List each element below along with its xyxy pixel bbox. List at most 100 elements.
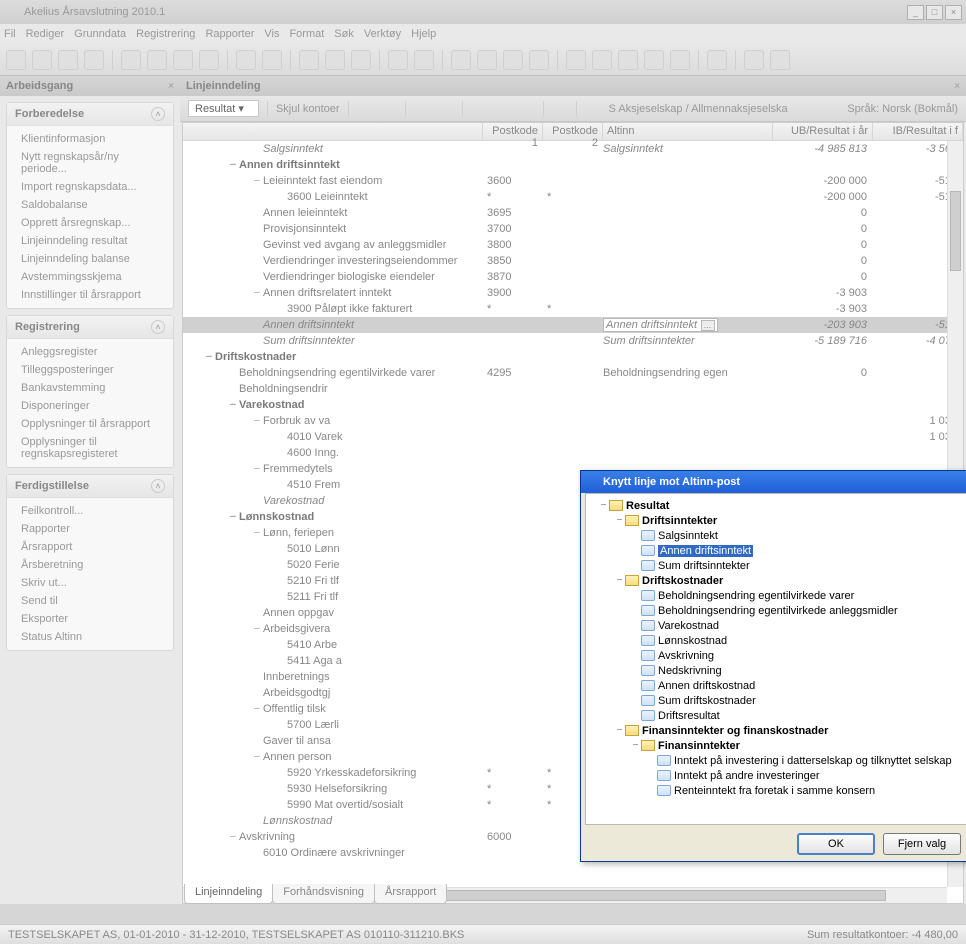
toolbar-grid-icon[interactable] bbox=[744, 50, 764, 70]
sidebar-item[interactable]: Feilkontroll... bbox=[7, 502, 173, 520]
toolbar-grid2-icon[interactable] bbox=[770, 50, 790, 70]
tree-item[interactable]: Beholdningsendring egentilvirkede varer bbox=[588, 588, 966, 603]
menu-item[interactable]: Verktøy bbox=[364, 28, 401, 40]
tree-item[interactable]: Inntekt på investering i datterselskap o… bbox=[588, 753, 966, 768]
sidebar-item[interactable]: Opprett årsregnskap... bbox=[7, 214, 173, 232]
sidebar-group-header[interactable]: Ferdigstillelse˄ bbox=[7, 475, 173, 498]
sidebar-item[interactable]: Innstillinger til årsrapport bbox=[7, 286, 173, 304]
toolbar-note-icon[interactable] bbox=[451, 50, 471, 70]
tree-item[interactable]: Driftsresultat bbox=[588, 708, 966, 723]
sidebar-group-header[interactable]: Registrering˄ bbox=[7, 316, 173, 339]
tree-folder[interactable]: −Finansinntekter bbox=[588, 738, 966, 753]
page-icon bbox=[657, 770, 671, 781]
menu-item[interactable]: Rapporter bbox=[205, 28, 254, 40]
tree-item[interactable]: Lønnskostnad bbox=[588, 633, 966, 648]
toolbar-stamp-icon[interactable] bbox=[388, 50, 408, 70]
tree-item[interactable]: Nedskrivning bbox=[588, 663, 966, 678]
sidebar-item[interactable]: Anleggsregister bbox=[7, 343, 173, 361]
tree-folder[interactable]: −Driftskostnader bbox=[588, 573, 966, 588]
tree-item[interactable]: Avskrivning bbox=[588, 648, 966, 663]
toolbar-list-icon[interactable] bbox=[351, 50, 371, 70]
toolbar-tools-icon[interactable] bbox=[414, 50, 434, 70]
sidebar-item[interactable]: Linjeinndeling balanse bbox=[7, 250, 173, 268]
tree-item[interactable]: Sum driftskostnader bbox=[588, 693, 966, 708]
menu-item[interactable]: Hjelp bbox=[411, 28, 436, 40]
tree-item[interactable]: Inntekt på andre investeringer bbox=[588, 768, 966, 783]
window-minimize[interactable]: _ bbox=[907, 5, 924, 20]
toolbar-tree-icon[interactable] bbox=[325, 50, 345, 70]
sidebar-item[interactable]: Disponeringer bbox=[7, 397, 173, 415]
tree-item[interactable]: Salgsinntekt bbox=[588, 528, 966, 543]
toolbar-save-icon[interactable] bbox=[173, 50, 193, 70]
toolbar-docs-icon[interactable] bbox=[477, 50, 497, 70]
toolbar-forward-icon[interactable] bbox=[32, 50, 52, 70]
sidebar-item[interactable]: Tilleggsposteringer bbox=[7, 361, 173, 379]
toolbar-r-icon[interactable] bbox=[618, 50, 638, 70]
sidebar-item[interactable]: Opplysninger til årsrapport bbox=[7, 415, 173, 433]
tree-folder[interactable]: −Finansinntekter og finanskostnader bbox=[588, 723, 966, 738]
page-icon bbox=[641, 545, 655, 556]
tree-item[interactable]: Annen driftskostnad bbox=[588, 678, 966, 693]
menu-item[interactable]: Format bbox=[289, 28, 324, 40]
menubar: Fil Rediger Grunndata Registrering Rappo… bbox=[0, 24, 966, 44]
toolbar-print2-icon[interactable] bbox=[707, 50, 727, 70]
tab-arsrapport[interactable]: Årsrapport bbox=[374, 884, 447, 904]
menu-item[interactable]: Grunndata bbox=[74, 28, 126, 40]
window-close[interactable]: × bbox=[945, 5, 962, 20]
toolbar-balance-icon[interactable] bbox=[299, 50, 319, 70]
menu-item[interactable]: Vis bbox=[264, 28, 279, 40]
sidebar-item[interactable]: Nytt regnskapsår/ny periode... bbox=[7, 148, 173, 178]
tree-item[interactable]: Sum driftsinntekter bbox=[588, 558, 966, 573]
toolbar-copy-icon[interactable] bbox=[121, 50, 141, 70]
sidebar-item[interactable]: Opplysninger til regnskapsregisteret bbox=[7, 433, 173, 463]
toolbar-check-icon[interactable] bbox=[236, 50, 256, 70]
ok-button[interactable]: OK bbox=[797, 833, 875, 855]
tab-linjeinndeling[interactable]: Linjeinndeling bbox=[184, 884, 273, 904]
sidebar-item[interactable]: Skriv ut... bbox=[7, 574, 173, 592]
sidebar-item[interactable]: Import regnskapsdata... bbox=[7, 178, 173, 196]
menu-item[interactable]: Rediger bbox=[26, 28, 65, 40]
sidebar-item[interactable]: Status Altinn bbox=[7, 628, 173, 646]
menu-item[interactable]: Fil bbox=[4, 28, 16, 40]
dialog-tree[interactable]: −Resultat−DriftsinntekterSalgsinntektAnn… bbox=[586, 494, 966, 824]
toolbar-n-icon[interactable] bbox=[670, 50, 690, 70]
tree-item[interactable]: Renteinntekt fra foretak i samme konsern bbox=[588, 783, 966, 798]
sidebar-item[interactable]: Eksporter bbox=[7, 610, 173, 628]
menu-item[interactable]: Registrering bbox=[136, 28, 195, 40]
tree-folder[interactable]: −Resultat bbox=[588, 498, 966, 513]
toolbar-export-icon[interactable] bbox=[529, 50, 549, 70]
sidebar-item[interactable]: Linjeinndeling resultat bbox=[7, 232, 173, 250]
toolbar-back-icon[interactable] bbox=[6, 50, 26, 70]
toolbar-open-icon[interactable] bbox=[84, 50, 104, 70]
dialog-titlebar[interactable]: Knytt linje mot Altinn-post × bbox=[581, 471, 966, 493]
sidebar-item[interactable]: Send til bbox=[7, 592, 173, 610]
toolbar-a2-icon[interactable] bbox=[644, 50, 664, 70]
sidebar-item[interactable]: Årsrapport bbox=[7, 538, 173, 556]
sidebar-item[interactable]: Avstemmingsskjema bbox=[7, 268, 173, 286]
sidebar-group-header[interactable]: Forberedelse˄ bbox=[7, 103, 173, 126]
tab-forhandsvisning[interactable]: Forhåndsvisning bbox=[272, 884, 375, 904]
dialog-body: −Resultat−DriftsinntekterSalgsinntektAnn… bbox=[585, 493, 966, 825]
tree-item[interactable]: Varekostnad bbox=[588, 618, 966, 633]
menu-item[interactable]: Søk bbox=[334, 28, 354, 40]
toolbar-delete-icon[interactable] bbox=[199, 50, 219, 70]
toolbar-b-icon[interactable] bbox=[592, 50, 612, 70]
sidebar-item[interactable]: Klientinformasjon bbox=[7, 130, 173, 148]
tree-item[interactable]: Annen driftsinntekt bbox=[588, 543, 966, 558]
tree-folder[interactable]: −Driftsinntekter bbox=[588, 513, 966, 528]
clear-button[interactable]: Fjern valg bbox=[883, 833, 961, 855]
sidebar-item[interactable]: Rapporter bbox=[7, 520, 173, 538]
toolbar-new-icon[interactable] bbox=[58, 50, 78, 70]
page-icon bbox=[641, 530, 655, 541]
toolbar-a-icon[interactable] bbox=[566, 50, 586, 70]
toolbar-paste-icon[interactable] bbox=[147, 50, 167, 70]
toolbar-book-icon[interactable] bbox=[262, 50, 282, 70]
sidebar-item[interactable]: Bankavstemming bbox=[7, 379, 173, 397]
tree-item[interactable]: Beholdningsendring egentilvirkede anlegg… bbox=[588, 603, 966, 618]
left-panel-close-icon[interactable]: × bbox=[168, 81, 174, 92]
right-panel: Linjeinndeling × Resultat ▾ Skjul kontoe… bbox=[180, 76, 966, 904]
window-maximize[interactable]: □ bbox=[926, 5, 943, 20]
sidebar-item[interactable]: Saldobalanse bbox=[7, 196, 173, 214]
sidebar-item[interactable]: Årsberetning bbox=[7, 556, 173, 574]
toolbar-print-icon[interactable] bbox=[503, 50, 523, 70]
